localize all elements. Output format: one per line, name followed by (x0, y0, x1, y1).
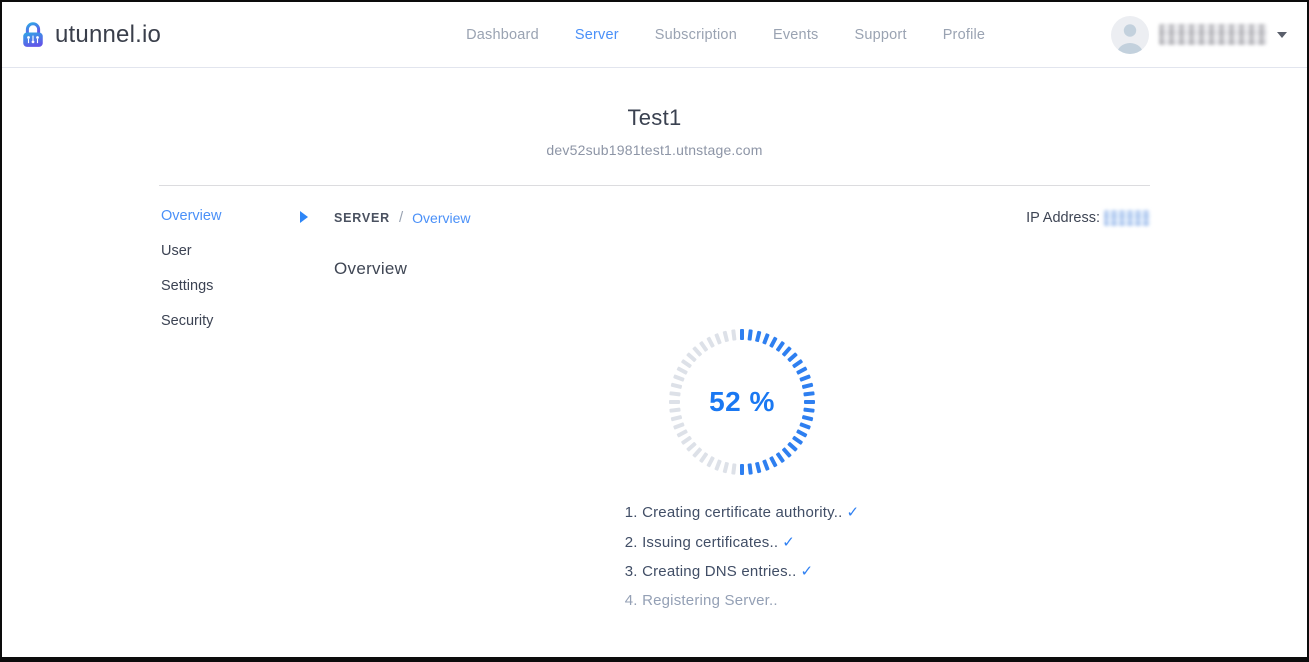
ip-address-redacted (1104, 210, 1150, 226)
page-title: Overview (334, 259, 1150, 279)
overview-panel: SERVER / Overview IP Address: Overview 5… (334, 209, 1150, 620)
breadcrumb-current[interactable]: Overview (412, 210, 470, 226)
top-navbar: utunnel.io Dashboard Server Subscription… (2, 2, 1307, 68)
breadcrumb-separator: / (399, 209, 403, 226)
nav-item-support[interactable]: Support (855, 27, 907, 43)
sidebar-item-security[interactable]: Security (159, 314, 334, 328)
user-name-redacted (1159, 24, 1267, 45)
server-sidebar: Overview User Settings Security (159, 209, 334, 620)
check-icon: ✓ (801, 563, 814, 580)
nav-item-events[interactable]: Events (773, 27, 819, 43)
user-menu[interactable] (1111, 16, 1287, 54)
breadcrumb-section: SERVER (334, 211, 390, 225)
nav-item-dashboard[interactable]: Dashboard (466, 27, 539, 43)
progress-spinner: 52 % (667, 327, 817, 477)
check-icon: ✓ (846, 504, 859, 521)
avatar (1111, 16, 1149, 54)
breadcrumb: SERVER / Overview (334, 209, 471, 226)
panel-header: SERVER / Overview IP Address: (334, 209, 1150, 226)
step-creating-ca: 1. Creating certificate authority..✓ (625, 503, 859, 521)
app-window: utunnel.io Dashboard Server Subscription… (0, 0, 1309, 662)
progress-percent: 52 % (667, 327, 817, 477)
content-area: Overview User Settings Security SERVER /… (159, 186, 1150, 620)
brand-name: utunnel.io (55, 21, 161, 49)
server-title: Test1 (2, 105, 1307, 131)
person-icon (1111, 16, 1149, 54)
check-icon: ✓ (782, 534, 795, 551)
nav-item-server[interactable]: Server (575, 27, 619, 43)
server-domain: dev52sub1981test1.utnstage.com (2, 142, 1307, 158)
chevron-down-icon (1277, 32, 1287, 38)
ip-address-label: IP Address: (1026, 210, 1100, 226)
ip-address: IP Address: (1026, 210, 1150, 226)
nav-item-subscription[interactable]: Subscription (655, 27, 737, 43)
sidebar-item-settings[interactable]: Settings (159, 279, 334, 293)
main-nav: Dashboard Server Subscription Events Sup… (466, 27, 985, 43)
brand-logo[interactable]: utunnel.io (18, 20, 161, 50)
step-registering-server: 4. Registering Server.. (625, 592, 859, 609)
padlock-logo-icon (18, 20, 48, 50)
step-issuing-certs: 2. Issuing certificates..✓ (625, 533, 859, 551)
nav-item-profile[interactable]: Profile (943, 27, 986, 43)
active-item-arrow-icon (300, 211, 308, 223)
setup-steps: 1. Creating certificate authority..✓ 2. … (625, 503, 859, 609)
server-title-block: Test1 dev52sub1981test1.utnstage.com (2, 68, 1307, 158)
sidebar-item-user[interactable]: User (159, 244, 334, 258)
step-dns-entries: 3. Creating DNS entries..✓ (625, 562, 859, 580)
